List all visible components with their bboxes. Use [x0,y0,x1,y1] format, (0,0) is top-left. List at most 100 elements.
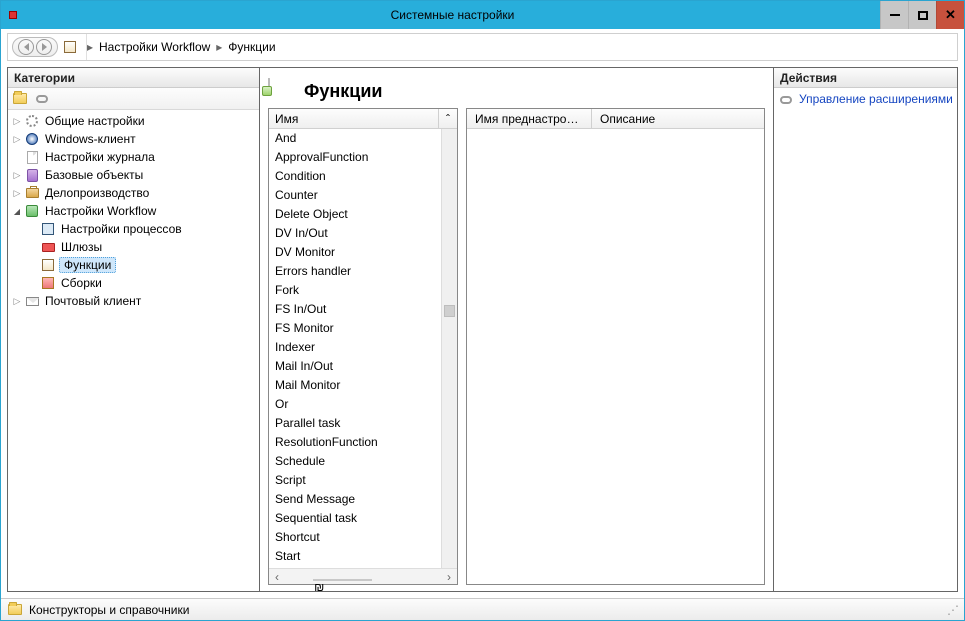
page-title: Функции [304,81,382,102]
tree-item[interactable]: Настройки Workflow [8,202,259,220]
hscroll-right-button[interactable]: › [441,570,457,584]
wf-icon [24,203,40,219]
expand-toggle-icon[interactable] [10,296,24,307]
functions-listbox: Имя ˆ AndApprovalFunctionConditionCounte… [268,108,458,585]
sheet-icon [24,149,40,165]
hscroll-thumb[interactable]: ₪ [313,579,372,581]
list-item[interactable]: Or [269,395,441,414]
categories-toolbar [8,88,259,110]
nav-forward-button[interactable] [36,39,52,55]
list-item[interactable]: FS Monitor [269,319,441,338]
dv-icon [24,131,40,147]
tree-item-label: Windows-клиент [43,132,138,146]
app-window: Системные настройки ✕ ▸ Настройки Workfl… [0,0,965,621]
action-item[interactable]: Управление расширениями [778,90,953,110]
action-label: Управление расширениями [799,92,953,107]
tree-item-label: Базовые объекты [43,168,145,182]
tree-item[interactable]: Почтовый клиент [8,292,259,310]
window-title: Системные настройки [25,1,880,29]
minimize-button[interactable] [880,1,908,29]
tree-item-label: Настройки Workflow [43,204,158,218]
list-item[interactable]: Schedule [269,452,441,471]
list-item[interactable]: And [269,129,441,148]
asm-icon [40,275,56,291]
status-bar: Конструкторы и справочники ⋰ [1,598,964,620]
link-icon[interactable] [34,91,50,107]
categories-header: Категории [8,68,259,88]
gear-icon [24,113,40,129]
list-item[interactable]: ApprovalFunction [269,148,441,167]
nav-back-forward [12,37,58,57]
breadcrumb-item-workflow[interactable]: Настройки Workflow [93,34,216,60]
actions-list: Управление расширениями [774,88,957,112]
close-button[interactable]: ✕ [936,1,964,29]
list-item[interactable]: Script [269,471,441,490]
list-item[interactable]: Mail In/Out [269,357,441,376]
hscroll-left-button[interactable]: ‹ [269,570,285,584]
column-header-description[interactable]: Описание [592,109,692,128]
horizontal-scrollbar[interactable]: ‹ ₪ › [269,568,457,584]
chain-icon [778,92,794,108]
tree-item[interactable]: Windows-клиент [8,130,259,148]
tree-item-label: Сборки [59,276,104,290]
list-item[interactable]: Delete Object [269,205,441,224]
app-icon [1,1,25,29]
brief-icon [24,185,40,201]
tree-item-label: Шлюзы [59,240,104,254]
column-header-preset-name[interactable]: Имя преднастроенн... [467,109,592,128]
gate-icon [40,239,56,255]
expand-toggle-icon[interactable] [10,134,24,145]
tree-item[interactable]: Делопроизводство [8,184,259,202]
list-item[interactable]: FS In/Out [269,300,441,319]
tree-item-label: Функции [59,257,116,273]
db-icon [24,167,40,183]
list-item[interactable]: Sequential task [269,509,441,528]
list-item[interactable]: Send Message [269,490,441,509]
tree-item[interactable]: Сборки [8,274,259,292]
expand-toggle-icon[interactable] [10,170,24,181]
nav-back-button[interactable] [18,39,34,55]
functions-list[interactable]: AndApprovalFunctionConditionCounterDelet… [269,129,441,568]
main-panel: Функции Имя ˆ AndApprovalFunctionConditi… [260,67,773,592]
list-item[interactable]: Condition [269,167,441,186]
expand-toggle-icon[interactable] [10,207,24,216]
list-item[interactable]: Errors handler [269,262,441,281]
tree-item-label: Почтовый клиент [43,294,143,308]
mail-icon [24,293,40,309]
maximize-button[interactable] [908,1,936,29]
tree-item[interactable]: Общие настройки [8,112,259,130]
detail-header: Имя преднастроенн... Описание [467,109,764,129]
functions-book-icon [268,79,296,103]
list-item[interactable]: Counter [269,186,441,205]
proc-icon [40,221,56,237]
vertical-scrollbar[interactable] [441,129,457,568]
main-content: Имя ˆ AndApprovalFunctionConditionCounte… [268,108,765,585]
list-item[interactable]: Start [269,547,441,566]
folder-icon [7,602,23,618]
body: Категории Общие настройки Windows-клиент Н… [1,61,964,598]
list-item[interactable]: Mail Monitor [269,376,441,395]
detail-listbox: Имя преднастроенн... Описание [466,108,765,585]
list-item[interactable]: DV In/Out [269,224,441,243]
tree-item[interactable]: Настройки журнала [8,148,259,166]
list-item[interactable]: Parallel task [269,414,441,433]
expand-toggle-icon[interactable] [10,116,24,127]
tree-item[interactable]: Функции [8,256,259,274]
column-header-name[interactable]: Имя [269,109,439,128]
list-item[interactable]: Shortcut [269,528,441,547]
list-item[interactable]: ResolutionFunction [269,433,441,452]
list-item[interactable]: Fork [269,281,441,300]
tree-item[interactable]: Настройки процессов [8,220,259,238]
tree-item[interactable]: Шлюзы [8,238,259,256]
resize-grip-icon[interactable]: ⋰ [947,603,958,617]
tree-item[interactable]: Базовые объекты [8,166,259,184]
list-item[interactable]: DV Monitor [269,243,441,262]
breadcrumb-item-functions[interactable]: Функции [222,34,281,60]
functions-list-body: AndApprovalFunctionConditionCounterDelet… [269,129,457,568]
list-item[interactable]: Indexer [269,338,441,357]
sort-indicator-icon[interactable]: ˆ [439,109,457,128]
scroll-thumb[interactable] [444,305,455,317]
expand-toggle-icon[interactable] [10,188,24,199]
folder-icon[interactable] [12,91,28,107]
categories-tree[interactable]: Общие настройки Windows-клиент Настройки ж… [8,110,259,591]
